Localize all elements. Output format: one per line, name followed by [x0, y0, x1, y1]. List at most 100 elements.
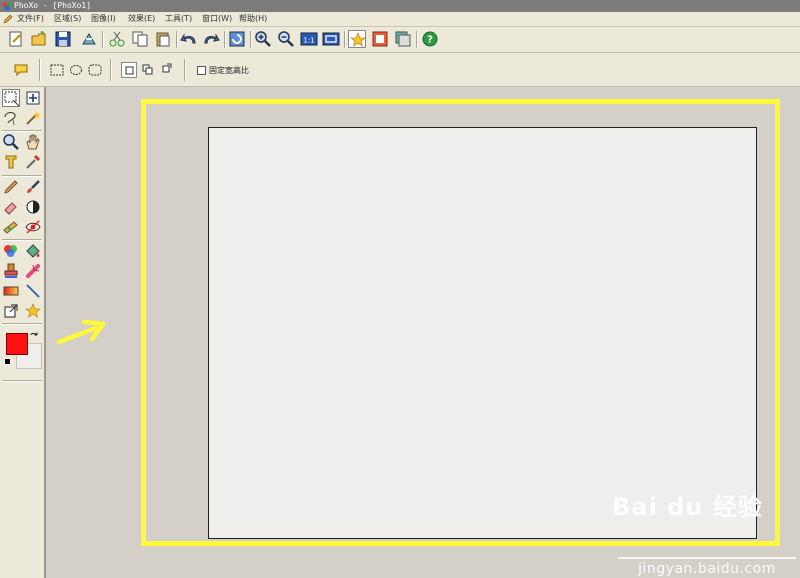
brush-tool[interactable] — [24, 178, 42, 196]
zoom-in-button[interactable] — [254, 30, 272, 48]
transform-tool[interactable] — [2, 302, 20, 320]
toolbar-separator — [102, 31, 104, 48]
effect-star-icon — [350, 32, 366, 47]
options-separator — [184, 59, 186, 81]
rect-select-icon — [50, 64, 64, 76]
save-button[interactable] — [54, 30, 72, 48]
rect-select-button[interactable] — [49, 62, 65, 78]
move-tool[interactable] — [24, 89, 42, 107]
toolbox-separator — [2, 323, 42, 325]
swap-colors-icon[interactable] — [30, 332, 39, 341]
watermark-rule — [618, 557, 796, 559]
transform-icon — [4, 304, 18, 318]
help-icon: ? — [422, 31, 438, 47]
menu-file[interactable]: 文件(F) — [17, 12, 44, 26]
effect-star-button[interactable] — [348, 30, 366, 48]
text-icon — [5, 155, 17, 169]
undo-icon — [180, 33, 196, 44]
comment-button[interactable] — [13, 62, 29, 78]
magic-wand-tool[interactable] — [24, 109, 42, 127]
ellipse-select-button[interactable] — [68, 62, 84, 78]
clone-stamp-tool[interactable] — [2, 242, 20, 260]
line-icon — [26, 284, 40, 298]
toolbox — [0, 87, 46, 578]
paint-bucket-icon — [26, 244, 40, 258]
red-eye-icon — [25, 220, 41, 234]
text-tool[interactable] — [2, 153, 20, 171]
cut-button[interactable] — [108, 30, 126, 48]
refresh-button[interactable] — [228, 30, 246, 48]
rect-select-tool[interactable] — [2, 89, 20, 107]
pencil-tool[interactable] — [2, 178, 20, 196]
shape-star-tool[interactable] — [24, 302, 42, 320]
fill-tool[interactable] — [24, 242, 42, 260]
toolbar-separator — [250, 31, 252, 48]
red-eye-tool[interactable] — [24, 218, 42, 236]
rect-select-tool-icon — [4, 91, 20, 107]
layers-button[interactable] — [394, 30, 412, 48]
menu-image[interactable]: 图像(I) — [91, 12, 116, 26]
add-selection-icon — [142, 64, 153, 75]
gradient-icon — [3, 286, 19, 296]
default-colors-icon[interactable] — [4, 358, 11, 365]
add-selection-mode-button[interactable] — [140, 62, 156, 78]
actual-size-button[interactable]: 1:1 — [300, 30, 318, 48]
copy-button[interactable] — [131, 30, 149, 48]
fix-ratio-option[interactable]: 固定宽高比 — [197, 65, 249, 76]
redo-button[interactable] — [202, 30, 220, 48]
speech-bubble-icon — [14, 64, 28, 77]
fix-ratio-label: 固定宽高比 — [209, 66, 249, 75]
contrast-tool[interactable] — [24, 198, 42, 216]
foreground-color-swatch[interactable] — [6, 333, 28, 355]
fit-window-icon — [322, 32, 340, 46]
toolbar-separator — [344, 31, 346, 48]
main-toolbar: 1:1 ? — [0, 27, 800, 53]
toolbar-separator — [224, 31, 226, 48]
new-selection-mode-button[interactable] — [121, 62, 137, 78]
actual-size-icon: 1:1 — [300, 32, 318, 46]
image-canvas[interactable] — [208, 127, 757, 539]
menu-bar: 文件(F) 区域(S) 图像(I) 效果(E) 工具(T) 窗口(W) 帮助(H… — [0, 12, 800, 27]
menu-window[interactable]: 窗口(W) — [202, 12, 232, 26]
subtract-selection-mode-button[interactable] — [159, 62, 175, 78]
fit-window-button[interactable] — [322, 30, 340, 48]
import-button[interactable] — [80, 30, 98, 48]
hand-tool[interactable] — [24, 133, 42, 151]
fix-ratio-checkbox[interactable] — [197, 66, 206, 75]
help-button[interactable]: ? — [421, 30, 439, 48]
pencil-icon — [4, 180, 18, 194]
menu-selection[interactable]: 区域(S) — [54, 12, 81, 26]
lasso-tool[interactable] — [2, 109, 20, 127]
watermark: Bai du 经验 jingyan.baidu.com — [612, 487, 800, 577]
canvas-area[interactable]: Bai du 经验 jingyan.baidu.com — [46, 87, 800, 578]
toolbox-separator — [2, 175, 42, 177]
bandage-icon — [26, 264, 40, 278]
svg-text:?: ? — [427, 35, 433, 46]
gradient-tool[interactable] — [2, 282, 20, 300]
heal-tool[interactable] — [24, 262, 42, 280]
smudge-tool[interactable] — [2, 218, 20, 236]
menu-effects[interactable]: 效果(E) — [128, 12, 155, 26]
paste-button[interactable] — [154, 30, 172, 48]
toolbox-separator — [2, 380, 42, 382]
undo-button[interactable] — [180, 30, 198, 48]
move-icon — [26, 91, 40, 105]
zoom-tool[interactable] — [2, 133, 20, 151]
watermark-url: jingyan.baidu.com — [638, 561, 776, 577]
round-rect-select-icon — [88, 64, 102, 76]
stamp-tool[interactable] — [2, 262, 20, 280]
zoom-out-button[interactable] — [277, 30, 295, 48]
eyedropper-tool[interactable] — [24, 153, 42, 171]
eraser-tool[interactable] — [2, 198, 20, 216]
round-rect-select-button[interactable] — [87, 62, 103, 78]
open-button[interactable] — [31, 30, 49, 48]
frame-button[interactable] — [371, 30, 389, 48]
menu-help[interactable]: 帮助(H) — [239, 12, 267, 26]
options-separator — [110, 59, 112, 81]
menu-tools[interactable]: 工具(T) — [165, 12, 192, 26]
new-button[interactable] — [7, 30, 25, 48]
line-tool[interactable] — [24, 282, 42, 300]
title-bar: PhoXo - [PhoXo1] — [0, 0, 800, 12]
svg-text:1:1: 1:1 — [303, 37, 314, 45]
eyedropper-icon — [26, 155, 40, 169]
